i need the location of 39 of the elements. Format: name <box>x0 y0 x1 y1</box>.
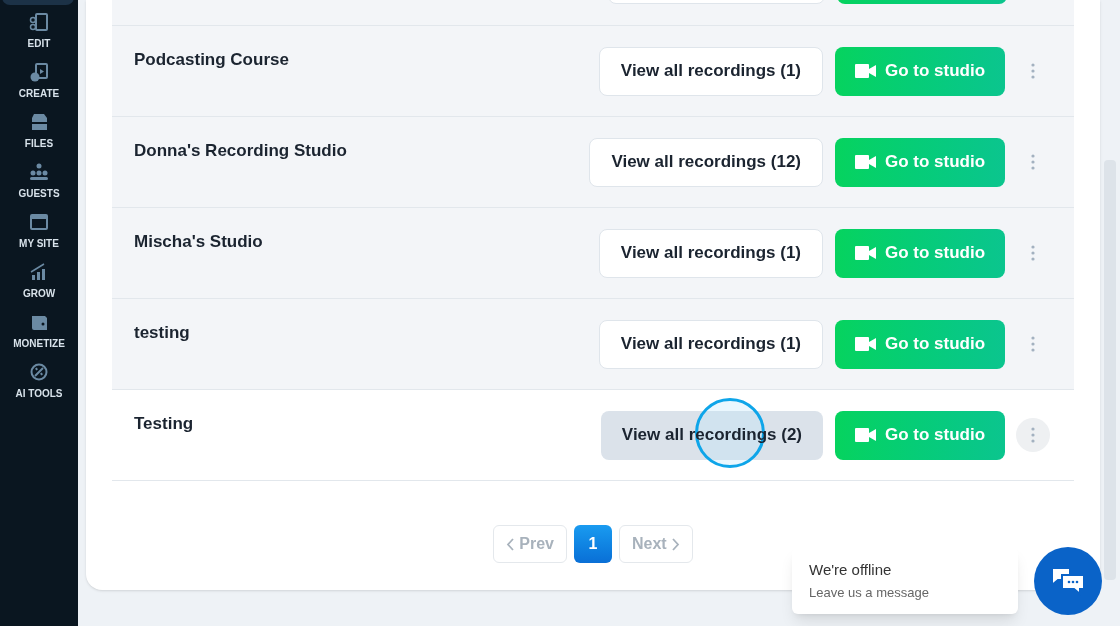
studio-name: testing <box>134 322 191 344</box>
studio-name: Donna's Recording Studio <box>134 140 348 162</box>
view-recordings-button[interactable]: View all recordings (12) <box>589 137 823 187</box>
chat-subtitle: Leave us a message <box>809 585 930 601</box>
studio-name: Podcasting Course <box>134 49 290 71</box>
video-camera-icon <box>854 155 876 169</box>
more-icon <box>1031 154 1035 170</box>
more-icon <box>1031 63 1035 79</box>
site-icon <box>29 212 49 232</box>
sidebar-item[interactable]: AI TOOLS <box>3 361 75 407</box>
studio-name: Testing <box>134 413 195 435</box>
more-icon <box>1031 336 1035 352</box>
chevron-right-icon <box>671 537 680 551</box>
view-recordings-button[interactable]: View all recordings (1) <box>598 46 823 96</box>
studio-name: Mischa's Studio <box>134 231 264 253</box>
sidebar-item[interactable]: GUESTS <box>3 161 75 207</box>
chevron-left-icon <box>506 537 515 551</box>
sidebar-item[interactable]: CREATE <box>3 61 75 107</box>
chat-popup[interactable]: We're offline Leave us a message <box>792 547 1018 614</box>
edit-icon <box>29 12 49 32</box>
more-icon <box>1031 427 1035 443</box>
view-recordings-button[interactable]: View all recordings (1) <box>598 319 823 369</box>
sidebar-item[interactable]: EDIT <box>3 11 75 57</box>
sidebar-item[interactable]: MONETIZE <box>3 311 75 357</box>
files-icon <box>29 112 49 132</box>
more-options-button[interactable] <box>1016 418 1050 452</box>
page-button[interactable]: 1 <box>574 525 612 563</box>
chat-title: We're offline <box>809 561 893 579</box>
video-camera-icon <box>854 246 876 260</box>
sidebar-item[interactable]: MY SITE <box>3 211 75 257</box>
sidebar-item[interactable]: FILES <box>3 111 75 157</box>
video-camera-icon <box>854 428 876 442</box>
view-recordings-button[interactable]: View all recordings (1) <box>598 228 823 278</box>
video-camera-icon <box>854 64 876 78</box>
video-camera-icon <box>854 337 876 351</box>
sidebar-item[interactable]: GROW <box>3 261 75 307</box>
guests-icon <box>29 162 49 182</box>
create-icon <box>29 62 49 82</box>
more-icon <box>1031 245 1035 261</box>
